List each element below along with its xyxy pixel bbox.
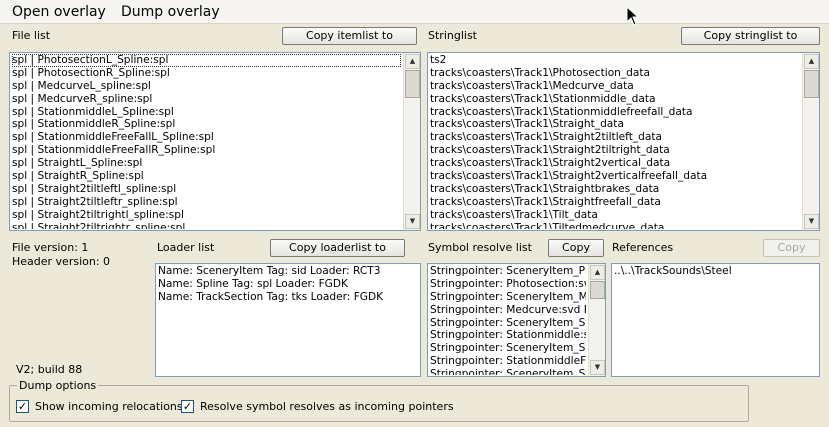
scroll-down-icon[interactable]: ▼ xyxy=(804,214,819,229)
list-item[interactable]: spl | MedcurveR_spline:spl xyxy=(12,93,401,106)
list-item[interactable]: Stringpointer: SceneryItem_Photo xyxy=(430,265,586,278)
list-item[interactable]: tracks\coasters\Track1\Tilt_data xyxy=(430,209,800,222)
list-item[interactable]: spl | StationmiddleFreeFallR_Spline:spl xyxy=(12,144,401,157)
scroll-thumb[interactable] xyxy=(804,70,819,98)
list-item[interactable]: spl | PhotosectionL_Spline:spl xyxy=(12,54,401,67)
references-rows: ..\..\TrackSounds\Steel xyxy=(614,265,817,375)
list-item[interactable]: tracks\coasters\Track1\Straight2tiltleft… xyxy=(430,131,800,144)
list-item[interactable]: tracks\coasters\Track1\Straight2vertical… xyxy=(430,170,800,183)
copy-itemlist-button[interactable]: Copy itemlist to xyxy=(282,27,417,45)
list-item[interactable]: Stringpointer: SceneryItem_Station xyxy=(430,342,586,355)
list-item[interactable]: Stringpointer: SceneryItem_Stra xyxy=(430,368,586,375)
list-item[interactable]: tracks\coasters\Track1\Photosection_data xyxy=(430,67,800,80)
file-list-label: File list xyxy=(12,29,51,42)
list-item[interactable]: spl | StationmiddleR_Spline:spl xyxy=(12,118,401,131)
list-item[interactable]: spl | Straight2tiltrightl_spline:spl xyxy=(12,209,401,222)
scroll-up-icon[interactable]: ▲ xyxy=(590,265,605,280)
stringlist-box[interactable]: ts2 tracks\coasters\Track1\Photosection_d… xyxy=(427,52,820,231)
list-item[interactable]: Stringpointer: Stationmiddle:svd xyxy=(430,329,586,342)
loader-list-box[interactable]: Name: SceneryItem Tag: sid Loader: RCT3 N… xyxy=(155,263,421,377)
list-item[interactable]: tracks\coasters\Track1\Stationmiddlefree… xyxy=(430,106,800,119)
list-item[interactable]: tracks\coasters\Track1\Medcurve_data xyxy=(430,80,800,93)
list-item[interactable]: Stringpointer: Photosection:svd xyxy=(430,278,586,291)
copy-stringlist-button[interactable]: Copy stringlist to xyxy=(681,27,820,45)
copy-references-button[interactable]: Copy xyxy=(763,239,820,257)
list-item[interactable]: Stringpointer: Medcurve:svd Po xyxy=(430,304,586,317)
list-item[interactable]: spl | MedcurveL_spline:spl xyxy=(12,80,401,93)
list-item[interactable]: tracks\coasters\Track1\Straightfreefall_… xyxy=(430,196,800,209)
list-item[interactable]: Stringpointer: StationmiddleFree xyxy=(430,355,586,368)
list-item[interactable]: spl | Straight2tiltleftr_spline:spl xyxy=(12,196,401,209)
list-item[interactable]: Stringpointer: SceneryItem_Station xyxy=(430,317,586,330)
symbol-resolve-box[interactable]: Stringpointer: SceneryItem_PhotoStringpo… xyxy=(427,263,606,377)
loader-list-label: Loader list xyxy=(157,241,215,254)
scroll-down-icon[interactable]: ▼ xyxy=(590,360,605,375)
copy-loaderlist-button[interactable]: Copy loaderlist to xyxy=(270,239,405,257)
file-list-scrollbar[interactable]: ▲ ▼ xyxy=(403,53,420,230)
list-item[interactable]: tracks\coasters\Track1\Straightbrakes_da… xyxy=(430,183,800,196)
show-incoming-checkbox[interactable]: ✓ xyxy=(16,400,29,413)
symbol-resolve-scrollbar[interactable]: ▲ ▼ xyxy=(588,264,605,376)
scroll-thumb[interactable] xyxy=(590,281,605,299)
list-item[interactable]: tracks\coasters\Track1\Stationmiddle_dat… xyxy=(430,93,800,106)
stringlist-scrollbar[interactable]: ▲ ▼ xyxy=(802,53,819,230)
scroll-up-icon[interactable]: ▲ xyxy=(405,54,420,69)
list-item[interactable]: Name: Spline Tag: spl Loader: FGDK xyxy=(158,278,418,291)
list-item[interactable]: tracks\coasters\Track1\Tiltedmedcurve_da… xyxy=(430,222,800,229)
list-item[interactable]: Stringpointer: SceneryItem_Medcurve xyxy=(430,291,586,304)
list-item[interactable]: spl | Straight2tiltrightr_spline:spl xyxy=(12,222,401,229)
scroll-down-icon[interactable]: ▼ xyxy=(405,214,420,229)
file-version: File version: 1 xyxy=(12,241,89,254)
copy-symbol-button[interactable]: Copy xyxy=(548,239,604,257)
symbol-resolve-rows: Stringpointer: SceneryItem_PhotoStringpo… xyxy=(430,265,586,375)
scroll-thumb[interactable] xyxy=(405,70,420,98)
references-box[interactable]: ..\..\TrackSounds\Steel xyxy=(611,263,820,377)
resolve-symbol-checkbox[interactable]: ✓ xyxy=(181,400,194,413)
symbol-resolve-label: Symbol resolve list xyxy=(428,241,532,254)
list-item[interactable]: ..\..\TrackSounds\Steel xyxy=(614,265,817,278)
show-incoming-label[interactable]: Show incoming relocations xyxy=(35,400,183,414)
header-version: Header version: 0 xyxy=(12,255,111,268)
scroll-up-icon[interactable]: ▲ xyxy=(804,54,819,69)
list-item[interactable]: tracks\coasters\Track1\Straight2tiltrigh… xyxy=(430,144,800,157)
list-item[interactable]: spl | StationmiddleFreeFallL_Spline:spl xyxy=(12,131,401,144)
references-label: References xyxy=(612,241,674,254)
resolve-symbol-label[interactable]: Resolve symbol resolves as incoming poin… xyxy=(200,400,454,414)
list-item[interactable]: spl | StraightR_Spline:spl xyxy=(12,170,401,183)
list-item[interactable]: spl | StationmiddleL_Spline:spl xyxy=(12,106,401,119)
list-item[interactable]: spl | PhotosectionR_Spline:spl xyxy=(12,67,401,80)
menu-bar: Open overlay Dump overlay xyxy=(0,0,829,24)
stringlist-label: Stringlist xyxy=(428,29,477,42)
list-item[interactable]: tracks\coasters\Track1\Straight_data xyxy=(430,118,800,131)
file-list-box[interactable]: spl | PhotosectionL_Spline:spl spl | Phot… xyxy=(9,52,421,231)
stringlist-rows: ts2 tracks\coasters\Track1\Photosection_d… xyxy=(430,54,800,229)
list-item[interactable]: Name: SceneryItem Tag: sid Loader: RCT3 xyxy=(158,265,418,278)
list-item[interactable]: tracks\coasters\Track1\Straight2vertical… xyxy=(430,157,800,170)
dump-options-legend: Dump options xyxy=(17,379,99,393)
list-item[interactable]: spl | Straight2tiltleftl_spline:spl xyxy=(12,183,401,196)
list-item[interactable]: spl | StraightL_Spline:spl xyxy=(12,157,401,170)
loader-list-rows: Name: SceneryItem Tag: sid Loader: RCT3 N… xyxy=(158,265,418,375)
build-info: V2; build 88 xyxy=(16,363,83,376)
mouse-cursor-icon xyxy=(626,6,640,26)
file-list-rows: spl | PhotosectionL_Spline:spl spl | Phot… xyxy=(12,54,401,229)
menu-dump-overlay[interactable]: Dump overlay xyxy=(121,3,220,21)
list-item[interactable]: ts2 xyxy=(430,54,800,67)
menu-open-overlay[interactable]: Open overlay xyxy=(12,3,106,21)
list-item[interactable]: Name: TrackSection Tag: tks Loader: FGDK xyxy=(158,291,418,304)
